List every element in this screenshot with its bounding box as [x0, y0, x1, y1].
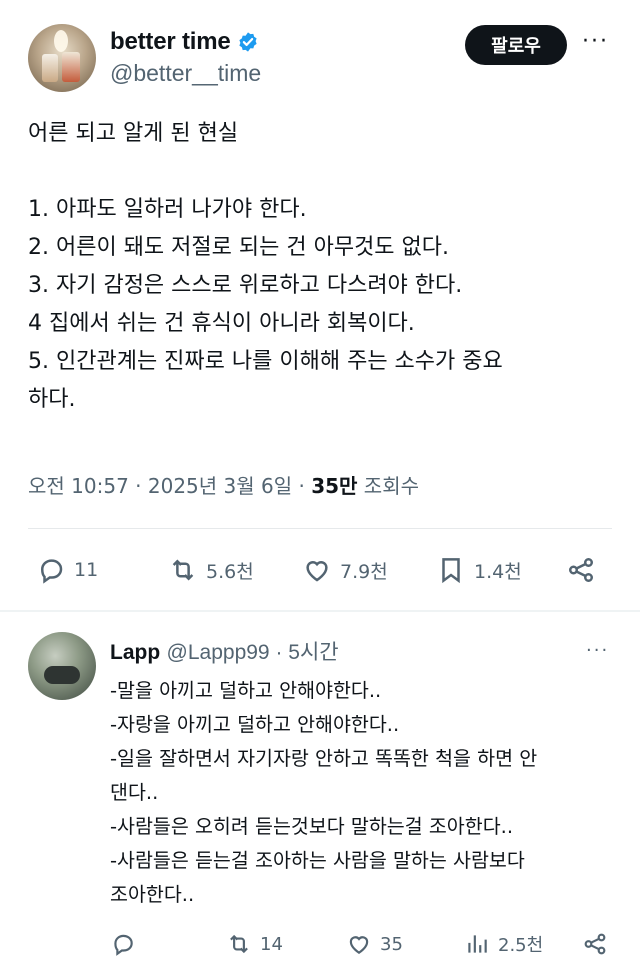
reply-retweet-count: 14: [260, 933, 283, 955]
author-name-row: better time: [110, 28, 259, 56]
reply-author-handle[interactable]: @Lappp99 · 5시간: [167, 641, 339, 664]
reply-line: -자랑을 아끼고 덜하고 안해야한다..: [110, 713, 400, 736]
tweet-meta: 오전 10:57 · 2025년 3월 6일 · 35만 조회수: [28, 470, 419, 499]
tweet-line: 2. 어른이 돼도 저절로 되는 건 아무것도 없다.: [28, 235, 450, 260]
retweet-icon: [230, 934, 248, 954]
share-icon: [569, 558, 593, 582]
avatar-cup-left: [42, 54, 58, 82]
reply-icon: [114, 934, 133, 956]
reply-line: -사람들은 듣는걸 조아하는 사람을 말하는 사람보다: [110, 849, 525, 872]
heart-icon: [349, 936, 369, 954]
reply-author-name[interactable]: Lapp: [110, 641, 160, 664]
analytics-icon: [468, 935, 487, 953]
reply-more-options-icon[interactable]: ···: [586, 640, 609, 661]
reply-line: 댄다..: [110, 781, 159, 804]
tweet-title-line: 어른 되고 알게 된 현실: [28, 121, 239, 146]
share-icon: [584, 933, 606, 955]
reply-line: 조아한다..: [110, 883, 195, 906]
bookmark-button[interactable]: 1.4천: [436, 550, 522, 590]
bookmark-icon: [442, 558, 460, 584]
reply-view-count: 2.5천: [498, 935, 544, 956]
reply-retweet-button[interactable]: 14: [226, 928, 283, 960]
reply-author-avatar[interactable]: [28, 632, 96, 700]
divider: [28, 528, 612, 529]
reply-line: -말을 아끼고 덜하고 안해야한다..: [110, 679, 382, 702]
view-count: 35만: [311, 474, 358, 498]
reply-like-button[interactable]: 35: [346, 928, 403, 960]
like-count: 7.9천: [340, 560, 388, 583]
reply-icon: [40, 559, 63, 584]
retweet-button[interactable]: 5.6천: [168, 550, 254, 590]
bookmark-count: 1.4천: [474, 560, 522, 583]
retweet-count: 5.6천: [206, 560, 254, 583]
reply-action-bar: 14 35 2.5천: [110, 928, 615, 960]
tweet-timestamp[interactable]: 오전 10:57 · 2025년 3월 6일 ·: [28, 474, 311, 498]
share-button[interactable]: [566, 550, 596, 590]
tweet-line: 5. 인간관계는 진짜로 나를 이해해 주는 소수가 중요: [28, 349, 503, 374]
reply-views-button[interactable]: 2.5천: [464, 928, 543, 960]
tweet-line: 3. 자기 감정은 스스로 위로하고 다스려야 한다.: [28, 273, 463, 298]
author-display-name[interactable]: better time: [110, 28, 231, 56]
reply-text: -말을 아끼고 덜하고 안해야한다.. -자랑을 아끼고 덜하고 안해야한다..…: [110, 674, 620, 912]
reply-line: -일을 잘하면서 자기자랑 안하고 똑똑한 척을 하면 안: [110, 747, 538, 770]
reply-like-count: 35: [380, 933, 403, 955]
avatar-cup-right: [62, 52, 80, 82]
reply-count: 11: [74, 559, 99, 581]
retweet-icon: [172, 559, 194, 581]
more-options-icon[interactable]: ···: [582, 31, 609, 53]
main-tweet: better time @better__time 팔로우 ··· 어른 되고 …: [0, 0, 640, 612]
tweet-line: 4 집에서 쉬는 건 휴식이 아니라 회복이다.: [28, 311, 415, 336]
follow-button[interactable]: 팔로우: [465, 25, 567, 65]
reply-share-button[interactable]: [582, 928, 608, 960]
tweet-action-bar: 11 5.6천 7.9천 1.4천: [28, 550, 612, 590]
tweet-line: 1. 아파도 일하러 나가야 한다.: [28, 197, 307, 222]
tweet-line: 하다.: [28, 387, 76, 412]
author-handle[interactable]: @better__time: [110, 60, 261, 87]
view-count-label: 조회수: [357, 474, 419, 498]
avatar-light: [54, 30, 68, 52]
reply-button[interactable]: 11: [36, 550, 98, 590]
tweet-text: 어른 되고 알게 된 현실 1. 아파도 일하러 나가야 한다. 2. 어른이 …: [28, 115, 618, 419]
avatar-figure: [44, 666, 80, 684]
heart-icon: [306, 561, 328, 582]
author-avatar[interactable]: [28, 24, 96, 92]
reply-line: -사람들은 오히려 듣는것보다 말하는걸 조아한다..: [110, 815, 514, 838]
verified-badge-icon: [238, 32, 257, 52]
like-button[interactable]: 7.9천: [302, 550, 388, 590]
reply-header: Lapp @Lappp99 · 5시간: [110, 636, 339, 666]
reply-reply-button[interactable]: [110, 928, 144, 960]
